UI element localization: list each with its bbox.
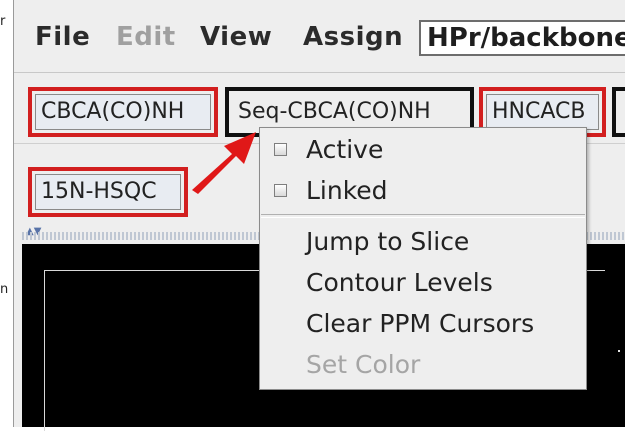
menu-file[interactable]: File <box>35 22 90 52</box>
menu-item-linked[interactable]: Linked <box>260 172 586 210</box>
menu-item-jump-to-slice-label: Jump to Slice <box>306 227 470 256</box>
contour-peak <box>618 350 620 352</box>
menubar: File Edit View Assign HPr/backbone <box>14 0 625 73</box>
callout-arrow-icon <box>192 132 256 194</box>
tab-15n-hsqc[interactable]: 15N-HSQC <box>28 167 188 217</box>
screenshot-frame: r n File Edit View Assign HPr/backbone C… <box>0 0 625 431</box>
menu-item-clear-ppm-cursors[interactable]: Clear PPM Cursors <box>260 305 586 343</box>
tab-hncacb-label: HNCACB <box>486 94 599 130</box>
menu-item-jump-to-slice[interactable]: Jump to Slice <box>260 223 586 261</box>
menu-separator <box>261 214 585 218</box>
tab-seq-cbca-co-nh-label: Seq-CBCA(CO)NH <box>232 94 467 130</box>
menu-item-set-color-label: Set Color <box>306 350 421 379</box>
edge-mark-middle: n <box>0 282 9 297</box>
linked-checkbox-icon[interactable] <box>274 184 287 197</box>
menu-item-active[interactable]: Active <box>260 131 586 169</box>
menu-item-set-color[interactable]: Set Color <box>260 346 586 384</box>
tab-overflow[interactable] <box>612 87 625 137</box>
menu-item-clear-ppm-cursors-label: Clear PPM Cursors <box>306 309 535 338</box>
spectrum-selector[interactable]: HPr/backbone <box>419 20 625 56</box>
menu-item-linked-label: Linked <box>306 176 388 205</box>
menu-item-active-label: Active <box>306 135 384 164</box>
menu-edit[interactable]: Edit <box>116 22 176 52</box>
menu-item-contour-levels-label: Contour Levels <box>306 268 493 297</box>
tab-15n-hsqc-label: 15N-HSQC <box>35 174 181 210</box>
active-checkbox-icon[interactable] <box>274 143 287 156</box>
menu-assign[interactable]: Assign <box>303 22 403 52</box>
edge-mark-top: r <box>0 14 6 29</box>
menu-item-contour-levels[interactable]: Contour Levels <box>260 264 586 302</box>
menu-view[interactable]: View <box>200 22 272 52</box>
context-menu: Active Linked Jump to Slice Contour Leve… <box>259 127 587 390</box>
